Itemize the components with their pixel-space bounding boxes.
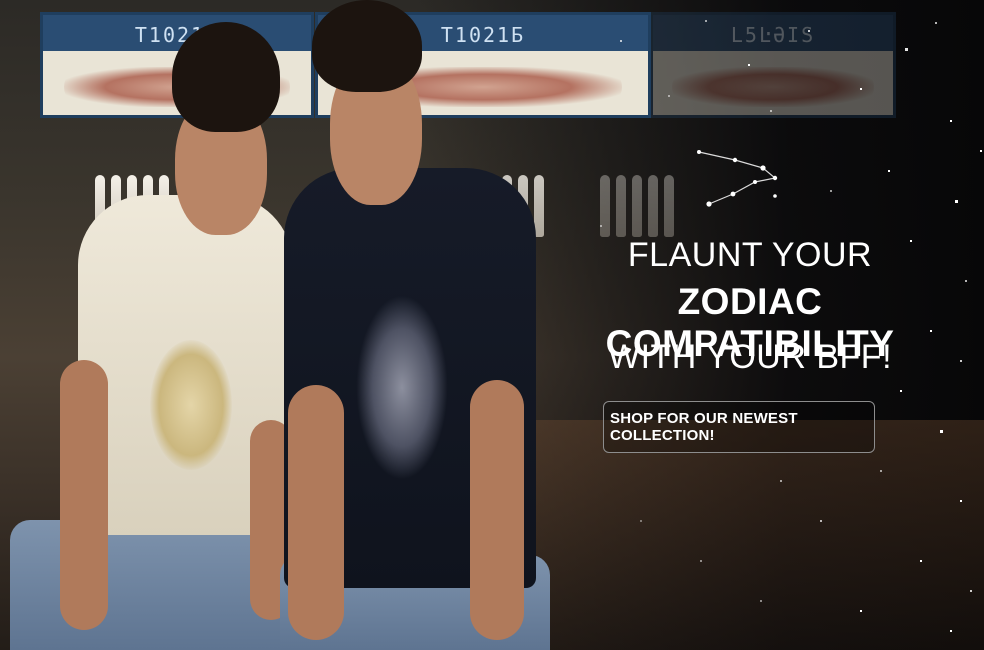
headline-line-3: WITH YOUR BFF! <box>607 338 893 376</box>
scoring-panel: L5ĿƏIS <box>650 12 896 118</box>
lion-icon <box>150 340 232 470</box>
shop-collection-button[interactable]: SHOP FOR OUR NEWEST COLLECTION! <box>603 401 875 453</box>
constellation-icon <box>697 150 778 207</box>
lane-code: T1021Б <box>134 23 220 47</box>
lane-code: L5ĿƏIS <box>730 23 816 47</box>
hero-banner: T1021Б T1021Б L5ĿƏIS FLAUNT YOUR ZODIAC … <box>0 0 984 650</box>
scorpion-icon <box>356 295 448 480</box>
bowling-lane <box>520 420 984 650</box>
bowling-pins <box>600 175 674 245</box>
headline-line-1: FLAUNT YOUR <box>627 236 873 274</box>
